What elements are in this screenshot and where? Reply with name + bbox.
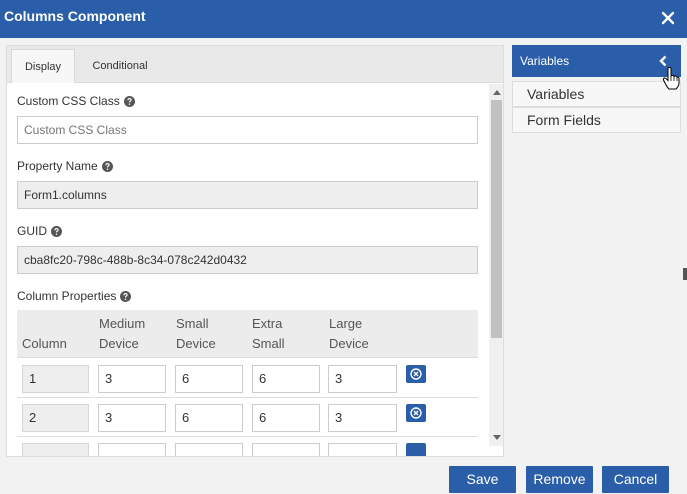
sidebar-header-label: Variables: [520, 54, 570, 68]
column-index-cell: 1: [22, 365, 89, 393]
property-name-label: Property Name: [17, 159, 113, 173]
sidebar-item-variables[interactable]: Variables: [512, 81, 681, 107]
extra-small-input[interactable]: [252, 443, 320, 456]
column-properties-table: Column Medium Device Small Device Extra …: [17, 310, 478, 456]
main-panel: Display Conditional Custom CSS Class Pro…: [6, 45, 504, 457]
help-icon[interactable]: [123, 95, 135, 107]
hand-cursor-icon: [662, 67, 680, 90]
vertical-scrollbar[interactable]: [489, 84, 503, 446]
guid-label: GUID: [17, 224, 62, 238]
header-small-device: Small Device: [176, 316, 216, 351]
tab-bar: Display Conditional: [7, 46, 503, 83]
scroll-up-arrow-icon[interactable]: [493, 90, 501, 95]
sidebar-item-form-fields[interactable]: Form Fields: [512, 107, 681, 133]
scroll-down-arrow-icon[interactable]: [493, 435, 501, 440]
dialog-title: Columns Component: [4, 8, 146, 24]
extra-small-input[interactable]: 6: [252, 404, 320, 432]
header-medium-device: Medium Device: [99, 316, 146, 351]
remove-row-button[interactable]: [406, 365, 426, 383]
header-extra-small: Extra Small: [252, 316, 285, 351]
guid-field[interactable]: cba8fc20-798c-488b-8c34-078c242d0432: [17, 246, 478, 274]
header-large-device: Large Device: [329, 316, 369, 351]
cancel-button[interactable]: Cancel: [602, 466, 669, 493]
save-button[interactable]: Save: [449, 466, 516, 493]
remove-button[interactable]: Remove: [526, 466, 593, 493]
extra-small-input[interactable]: 6: [252, 365, 320, 393]
scrollbar-thumb[interactable]: [491, 100, 502, 338]
css-class-input[interactable]: [17, 116, 478, 144]
small-device-input[interactable]: [175, 443, 243, 456]
remove-row-button[interactable]: [406, 443, 426, 456]
tab-conditional[interactable]: Conditional: [79, 49, 161, 83]
header-column: Column: [22, 336, 67, 351]
column-properties-label: Column Properties: [17, 289, 132, 303]
window-edge-mark: [683, 268, 687, 280]
sidebar-header[interactable]: Variables: [512, 45, 681, 77]
table-row: 1 3 6 6 3: [17, 359, 478, 398]
column-index-cell: [22, 443, 89, 456]
dialog-titlebar: Columns Component: [0, 0, 687, 38]
medium-device-input[interactable]: [98, 443, 166, 456]
medium-device-input[interactable]: 3: [98, 365, 166, 393]
help-icon[interactable]: [120, 290, 132, 302]
table-header: Column Medium Device Small Device Extra …: [17, 310, 478, 358]
remove-row-icon: [410, 407, 422, 419]
help-icon[interactable]: [51, 225, 62, 237]
css-class-label: Custom CSS Class: [17, 94, 135, 108]
help-icon[interactable]: [101, 160, 113, 172]
remove-row-icon: [410, 368, 422, 380]
column-index-cell: 2: [22, 404, 89, 432]
small-device-input[interactable]: 6: [175, 404, 243, 432]
remove-row-button[interactable]: [406, 404, 426, 422]
property-name-field[interactable]: Form1.columns: [17, 181, 478, 209]
large-device-input[interactable]: 3: [328, 365, 397, 393]
table-row: 2 3 6 6 3: [17, 398, 478, 437]
table-row-partial: [17, 437, 478, 456]
close-icon[interactable]: [659, 9, 677, 27]
tab-display[interactable]: Display: [11, 49, 75, 83]
form-content: Custom CSS Class Property Name Form1.col…: [7, 84, 489, 456]
large-device-input[interactable]: [328, 443, 397, 456]
medium-device-input[interactable]: 3: [98, 404, 166, 432]
small-device-input[interactable]: 6: [175, 365, 243, 393]
large-device-input[interactable]: 3: [328, 404, 397, 432]
